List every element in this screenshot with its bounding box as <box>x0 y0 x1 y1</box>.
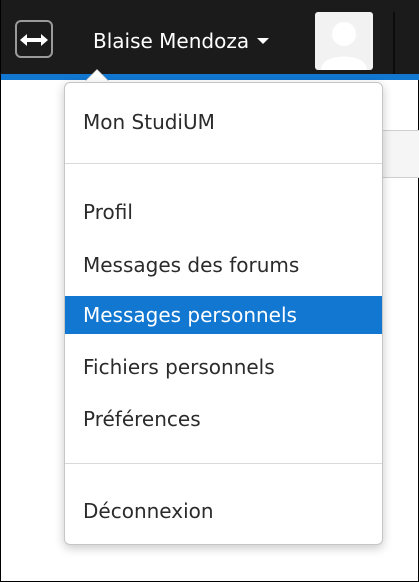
drawer-toggle-button[interactable] <box>15 20 53 58</box>
menu-item-label: Mon StudiUM <box>83 110 215 134</box>
avatar[interactable] <box>315 12 373 70</box>
user-menu-toggle[interactable]: Blaise Mendoza <box>93 26 270 56</box>
menu-item-label: Messages personnels <box>83 303 297 327</box>
menu-item-deconnexion[interactable]: Déconnexion <box>65 492 382 530</box>
menu-item-profil[interactable]: Profil <box>65 193 382 231</box>
user-name: Blaise Mendoza <box>93 29 250 53</box>
menu-item-mon-studium[interactable]: Mon StudiUM <box>65 103 382 141</box>
menu-divider <box>65 463 382 464</box>
menu-item-label: Profil <box>83 200 133 224</box>
menu-item-fichiers-personnels[interactable]: Fichiers personnels <box>65 348 382 386</box>
navbar-divider <box>393 12 395 74</box>
menu-item-label: Messages des forums <box>83 253 300 277</box>
top-navbar: Blaise Mendoza <box>1 0 419 74</box>
menu-divider <box>65 163 382 164</box>
menu-item-preferences[interactable]: Préférences <box>65 400 382 438</box>
caret-down-icon <box>257 38 270 44</box>
menu-item-label: Déconnexion <box>83 499 214 523</box>
user-avatar-icon <box>321 22 367 70</box>
dropdown-pointer <box>85 70 109 82</box>
user-dropdown-menu: Mon StudiUM Profil Messages des forums M… <box>64 82 383 545</box>
menu-item-label: Fichiers personnels <box>83 355 275 379</box>
menu-item-messages-forums[interactable]: Messages des forums <box>65 246 382 284</box>
header-accent-strip <box>1 74 419 80</box>
window-frame: Blaise Mendoza Mon StudiUM Profil Messag… <box>0 0 419 582</box>
menu-item-label: Préférences <box>83 407 201 431</box>
menu-item-messages-personnels[interactable]: Messages personnels <box>65 296 382 334</box>
